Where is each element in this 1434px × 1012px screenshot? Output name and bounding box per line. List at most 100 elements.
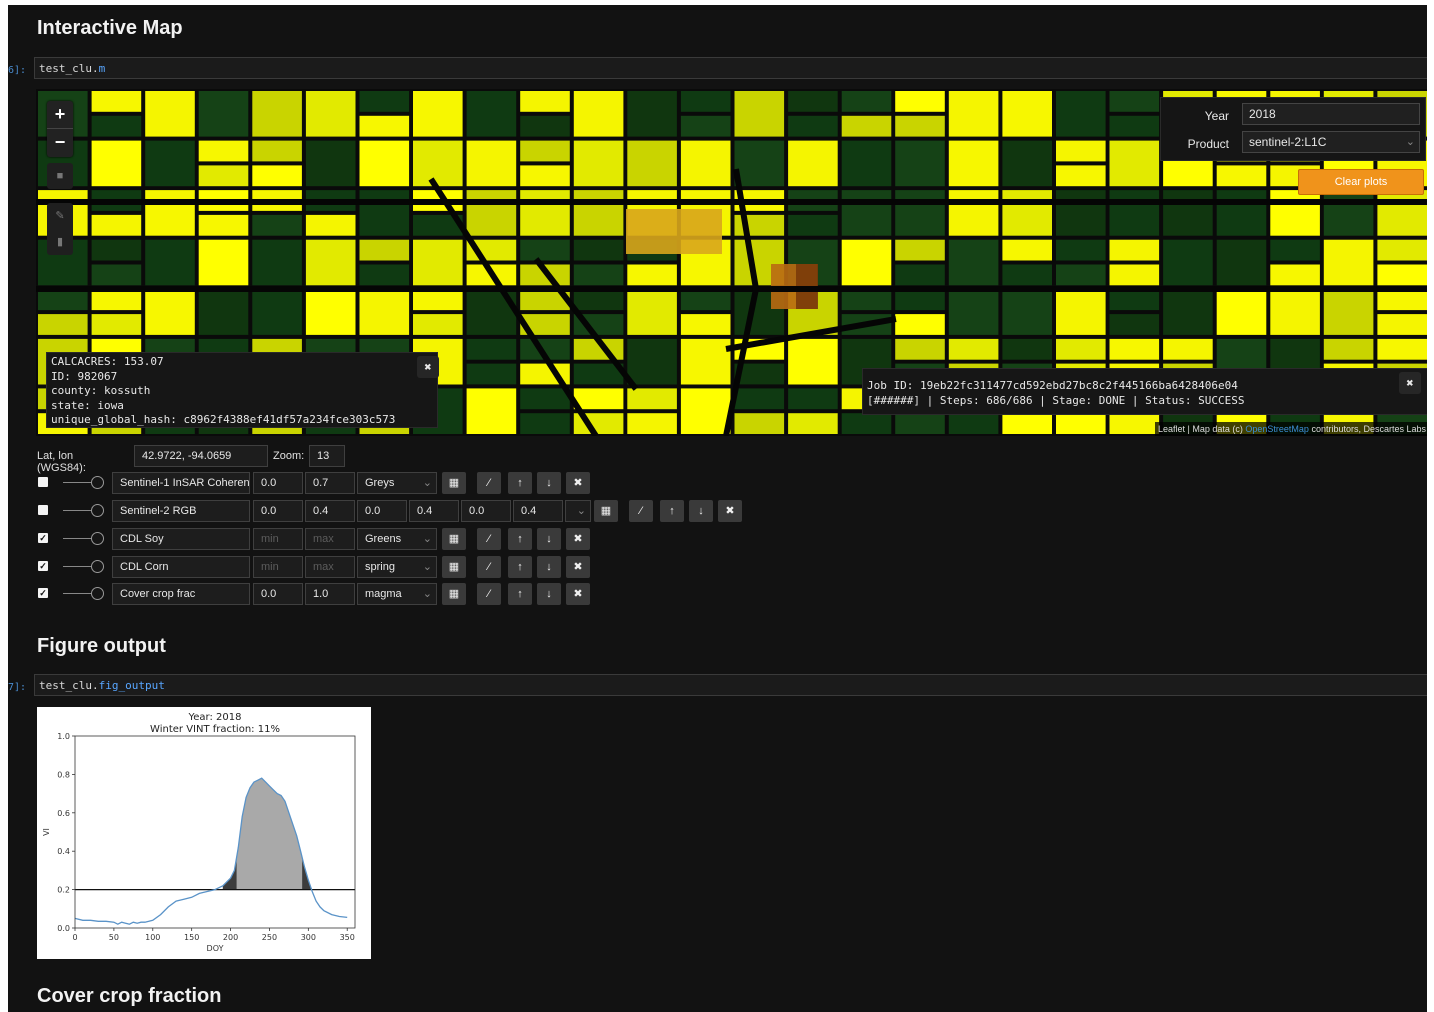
chevron-down-icon: ⌄	[422, 477, 432, 489]
rgb-select[interactable]: ⌄	[565, 500, 591, 522]
map-field-parcel	[1270, 289, 1320, 335]
map-field-parcel	[1056, 140, 1106, 162]
layer-min-input[interactable]: 0.0	[253, 472, 303, 494]
map-field-parcel	[1002, 264, 1052, 286]
colormap-select[interactable]: Greens ⌄	[357, 528, 437, 550]
move-down-icon[interactable]: ↓	[689, 500, 713, 522]
map-field-parcel	[680, 338, 731, 385]
opacity-slider-handle[interactable]	[91, 504, 104, 517]
layer-visibility-checkbox[interactable]: ✓	[38, 588, 48, 598]
layer-min-input[interactable]: 0.0	[253, 583, 303, 605]
remove-layer-icon[interactable]: ✖	[566, 556, 590, 578]
colormap-grid-icon[interactable]: ▦	[442, 472, 466, 494]
code-cell-figure[interactable]: test_clu.fig_output	[34, 674, 1427, 696]
interactive-map[interactable]: + − ■ ✎ ▮ Year 2018 Product sentinel-2:L…	[36, 89, 1427, 436]
feature-info-line: state: iowa	[51, 398, 124, 412]
zoom-in-button[interactable]: +	[47, 101, 73, 128]
map-field-parcel	[252, 214, 302, 236]
layer-min-input[interactable]: min	[253, 528, 303, 550]
layer-visibility-checkbox[interactable]	[38, 477, 48, 487]
opacity-slider-handle[interactable]	[91, 560, 104, 573]
blue-min-input[interactable]: 0.0	[461, 500, 511, 522]
map-field-parcel	[1216, 190, 1267, 236]
opacity-slider-handle[interactable]	[91, 476, 104, 489]
red-max-input[interactable]: 0.4	[305, 500, 355, 522]
map-field-parcel	[1109, 338, 1160, 360]
remove-layer-icon[interactable]: ✖	[566, 583, 590, 605]
close-icon[interactable]: ✖	[1399, 372, 1421, 394]
map-field-parcel	[520, 388, 570, 410]
map-field-parcel	[680, 91, 731, 112]
auto-scale-wand-icon[interactable]: ⁄	[477, 583, 501, 605]
zoom-field[interactable]: 13	[309, 445, 345, 467]
layer-visibility-checkbox[interactable]: ✓	[38, 533, 48, 543]
map-field-parcel	[1056, 91, 1106, 137]
map-field-parcel	[359, 190, 410, 236]
red-min-input[interactable]: 0.0	[253, 500, 303, 522]
layer-max-input[interactable]: max	[305, 528, 355, 550]
move-down-icon[interactable]: ↓	[537, 583, 561, 605]
clear-plots-button[interactable]: Clear plots	[1298, 169, 1424, 195]
layer-max-input[interactable]: max	[305, 556, 355, 578]
move-up-icon[interactable]: ↑	[508, 583, 532, 605]
auto-scale-wand-icon[interactable]: ⁄	[477, 556, 501, 578]
map-field-parcel	[1323, 289, 1374, 335]
product-select[interactable]: sentinel-2:L1C ⌄	[1242, 131, 1420, 153]
map-field-parcel	[305, 140, 356, 187]
map-field-parcel	[359, 264, 410, 286]
map-field-parcel	[573, 264, 624, 286]
remove-layer-icon[interactable]: ✖	[566, 528, 590, 550]
edit-icon[interactable]: ✎	[47, 203, 73, 229]
y-tick-label: 0.2	[57, 886, 70, 895]
map-field-parcel	[359, 239, 410, 261]
close-icon[interactable]: ✖	[417, 356, 439, 378]
map-field-parcel	[895, 115, 945, 137]
code-cell-map[interactable]: test_clu.m	[34, 57, 1427, 79]
colormap-grid-icon[interactable]: ▦	[594, 500, 618, 522]
colormap-value: Greys	[365, 477, 395, 489]
map-field-parcel	[841, 239, 892, 286]
auto-scale-wand-icon[interactable]: ⁄	[477, 528, 501, 550]
layer-visibility-checkbox[interactable]: ✓	[38, 561, 48, 571]
move-up-icon[interactable]: ↑	[660, 500, 684, 522]
move-up-icon[interactable]: ↑	[508, 528, 532, 550]
auto-scale-wand-icon[interactable]: ⁄	[477, 472, 501, 494]
green-max-input[interactable]: 0.4	[409, 500, 459, 522]
layer-row-cdl-corn: ✓ CDL Corn min max spring ⌄ ▦ ⁄ ↑ ↓ ✖	[37, 556, 1037, 578]
draw-rectangle-icon[interactable]: ■	[47, 163, 73, 189]
colormap-select[interactable]: magma ⌄	[357, 583, 437, 605]
colormap-grid-icon[interactable]: ▦	[442, 583, 466, 605]
opacity-slider-handle[interactable]	[91, 587, 104, 600]
year-input[interactable]: 2018	[1242, 103, 1420, 125]
colormap-select[interactable]: spring ⌄	[357, 556, 437, 578]
move-up-icon[interactable]: ↑	[508, 556, 532, 578]
openstreetmap-link[interactable]: OpenStreetMap	[1245, 424, 1309, 434]
remove-layer-icon[interactable]: ✖	[718, 500, 742, 522]
layer-max-input[interactable]: 0.7	[305, 472, 355, 494]
colormap-select[interactable]: Greys ⌄	[357, 472, 437, 494]
move-down-icon[interactable]: ↓	[537, 556, 561, 578]
layer-max-input[interactable]: 1.0	[305, 583, 355, 605]
map-field-parcel	[466, 388, 517, 434]
colormap-grid-icon[interactable]: ▦	[442, 528, 466, 550]
auto-scale-wand-icon[interactable]: ⁄	[629, 500, 653, 522]
layer-visibility-checkbox[interactable]	[38, 505, 48, 515]
blue-max-input[interactable]: 0.4	[513, 500, 563, 522]
move-up-icon[interactable]: ↑	[508, 472, 532, 494]
latlon-field[interactable]: 42.9722, -94.0659	[134, 445, 268, 467]
map-field-parcel	[788, 115, 838, 137]
layer-row-sentinel2: Sentinel-2 RGB 0.0 0.4 0.0 0.4 0.0 0.4 ⌄…	[37, 500, 1037, 522]
green-min-input[interactable]: 0.0	[357, 500, 407, 522]
job-progress-text: [######] | Steps: 686/686 | Stage: DONE …	[867, 393, 1245, 407]
map-field-parcel	[1270, 239, 1320, 261]
opacity-slider-handle[interactable]	[91, 532, 104, 545]
colormap-grid-icon[interactable]: ▦	[442, 556, 466, 578]
move-down-icon[interactable]: ↓	[537, 472, 561, 494]
zoom-out-button[interactable]: −	[47, 128, 73, 156]
remove-layer-icon[interactable]: ✖	[566, 472, 590, 494]
map-field-parcel	[91, 115, 142, 137]
zoom-control: + −	[47, 101, 73, 157]
move-down-icon[interactable]: ↓	[537, 528, 561, 550]
trash-icon[interactable]: ▮	[47, 229, 73, 255]
layer-min-input[interactable]: min	[253, 556, 303, 578]
